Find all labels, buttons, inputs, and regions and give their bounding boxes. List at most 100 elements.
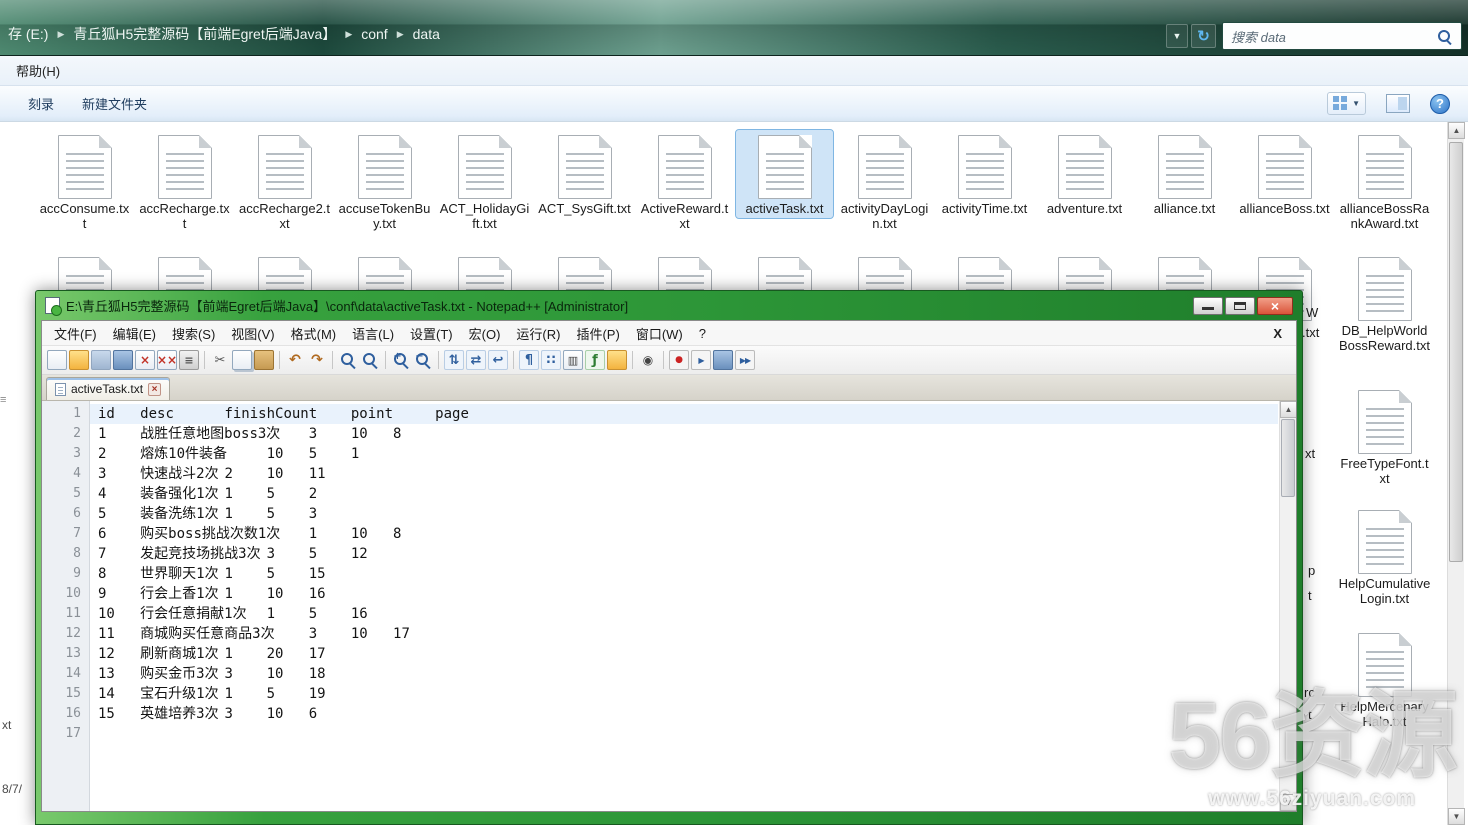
editor-line[interactable]: 1211 商城购买任意商品3次 3 10 17: [42, 624, 1278, 644]
sync-v-icon[interactable]: ⇅: [444, 350, 464, 370]
search-input[interactable]: 搜索 data: [1231, 27, 1436, 46]
doc-map-icon[interactable]: ▥: [563, 350, 583, 370]
editor-line[interactable]: 21 战胜任意地图boss3次 3 10 8: [42, 424, 1278, 444]
run-multiple-icon[interactable]: ▶▶: [735, 350, 755, 370]
search-box[interactable]: 搜索 data: [1222, 22, 1462, 50]
function-list-icon[interactable]: ƒ: [585, 350, 605, 370]
file-item[interactable]: activityDayLogin.txt: [836, 130, 933, 233]
new-file-icon[interactable]: [47, 350, 67, 370]
paste-icon[interactable]: [254, 350, 274, 370]
editor-vertical-scrollbar[interactable]: ▲ ▼: [1279, 401, 1296, 811]
monitoring-icon[interactable]: ◉: [638, 350, 658, 370]
zoom-out-icon[interactable]: −: [413, 350, 433, 370]
zoom-in-icon[interactable]: +: [391, 350, 411, 370]
editor-line[interactable]: 1id desc finishCount point page: [42, 404, 1278, 424]
file-item[interactable]: FreeTypeFont.txt: [1336, 385, 1433, 488]
notepad-title-bar[interactable]: E:\青丘狐H5完整源码【前端Egret后端Java】\conf\data\ac…: [41, 291, 1297, 320]
redo-icon[interactable]: ↷: [307, 350, 327, 370]
editor-line[interactable]: 1514 宝石升级1次 1 5 19: [42, 684, 1278, 704]
address-dropdown-button[interactable]: ▼: [1166, 24, 1188, 48]
help-button[interactable]: ?: [1430, 94, 1450, 114]
close-all-icon[interactable]: ××: [157, 350, 177, 370]
print-icon[interactable]: ≡: [179, 350, 199, 370]
file-item[interactable]: adventure.txt: [1036, 130, 1133, 218]
editor-line[interactable]: 17: [42, 724, 1278, 744]
refresh-button[interactable]: ↻: [1191, 24, 1216, 48]
file-item[interactable]: accRecharge2.txt: [236, 130, 333, 233]
menu-item[interactable]: 文件(F): [46, 321, 105, 346]
folder-workspace-icon[interactable]: [607, 350, 627, 370]
editor-line[interactable]: 1615 英雄培养3次 3 10 6: [42, 704, 1278, 724]
file-item[interactable]: HelpMercenaryHalo.txt: [1336, 628, 1433, 731]
menu-item[interactable]: ?: [691, 323, 714, 344]
save-macro-icon[interactable]: [713, 350, 733, 370]
tab-close-icon[interactable]: ×: [148, 383, 161, 396]
file-item[interactable]: activeTask.txt: [736, 130, 833, 218]
editor-line[interactable]: 1110 行会任意捐献1次 1 5 16: [42, 604, 1278, 624]
breadcrumb-item[interactable]: 青丘狐H5完整源码【前端Egret后端Java】: [67, 21, 342, 47]
save-all-icon[interactable]: [113, 350, 133, 370]
editor-line[interactable]: 43 快速战斗2次 2 10 11: [42, 464, 1278, 484]
replace-icon[interactable]: [360, 350, 380, 370]
undo-icon[interactable]: ↶: [285, 350, 305, 370]
editor-line[interactable]: 1413 购买金币3次 3 10 18: [42, 664, 1278, 684]
menu-help[interactable]: 帮助(H): [8, 58, 68, 83]
scroll-down-icon[interactable]: ▼: [1448, 808, 1465, 825]
menu-item[interactable]: 语言(L): [344, 321, 402, 346]
menu-item[interactable]: 插件(P): [568, 321, 627, 346]
menu-item[interactable]: 编辑(E): [105, 321, 164, 346]
file-item[interactable]: allianceBossRankAward.txt: [1336, 130, 1433, 233]
editor-line[interactable]: 109 行会上香1次 1 10 16: [42, 584, 1278, 604]
scroll-up-icon[interactable]: ▲: [1280, 401, 1296, 418]
show-all-chars-icon[interactable]: ¶: [519, 350, 539, 370]
new-folder-button[interactable]: 新建文件夹: [82, 94, 147, 113]
divider-grip-icon[interactable]: [0, 394, 12, 414]
file-item[interactable]: accuseTokenBuy.txt: [336, 130, 433, 233]
tab-activetask[interactable]: activeTask.txt ×: [46, 377, 170, 400]
menu-item[interactable]: 设置(T): [402, 321, 461, 346]
menu-item[interactable]: 运行(R): [508, 321, 568, 346]
word-wrap-icon[interactable]: ↩: [488, 350, 508, 370]
file-item[interactable]: accRecharge.txt: [136, 130, 233, 233]
editor-line[interactable]: 87 发起竞技场挑战3次 3 5 12: [42, 544, 1278, 564]
breadcrumb-item[interactable]: data: [407, 23, 446, 45]
close-icon[interactable]: ×: [135, 350, 155, 370]
editor-line[interactable]: 1312 刷新商城1次 1 20 17: [42, 644, 1278, 664]
maximize-button[interactable]: [1225, 297, 1255, 315]
copy-icon[interactable]: [232, 350, 252, 370]
record-macro-icon[interactable]: ●: [669, 350, 689, 370]
change-view-button[interactable]: ▼: [1327, 92, 1366, 115]
find-icon[interactable]: [338, 350, 358, 370]
file-item[interactable]: allianceBoss.txt: [1236, 130, 1333, 218]
file-item[interactable]: activityTime.txt: [936, 130, 1033, 218]
menu-item[interactable]: 窗口(W): [628, 321, 691, 346]
preview-pane-button[interactable]: [1386, 94, 1410, 113]
save-icon[interactable]: [91, 350, 111, 370]
minimize-button[interactable]: [1193, 297, 1223, 315]
editor-line[interactable]: 32 熔炼10件装备 10 5 1: [42, 444, 1278, 464]
text-editor[interactable]: 1id desc finishCount point page21 战胜任意地图…: [42, 401, 1296, 811]
scroll-up-icon[interactable]: ▲: [1448, 122, 1465, 139]
scrollbar-thumb[interactable]: [1281, 419, 1295, 497]
file-item[interactable]: ACT_HolidayGift.txt: [436, 130, 533, 233]
menu-item[interactable]: 搜索(S): [164, 321, 223, 346]
burn-button[interactable]: 刻录: [28, 94, 54, 113]
file-item[interactable]: alliance.txt: [1136, 130, 1233, 218]
editor-line[interactable]: 54 装备强化1次 1 5 2: [42, 484, 1278, 504]
file-item[interactable]: HelpCumulativeLogin.txt: [1336, 505, 1433, 608]
play-macro-icon[interactable]: ▶: [691, 350, 711, 370]
breadcrumb-item[interactable]: 存 (E:): [2, 21, 54, 47]
close-button[interactable]: [1257, 297, 1293, 315]
document-close-button[interactable]: X: [1273, 326, 1292, 341]
sync-h-icon[interactable]: ⇄: [466, 350, 486, 370]
file-item[interactable]: ActiveReward.txt: [636, 130, 733, 233]
file-item[interactable]: accConsume.txt: [36, 130, 133, 233]
cut-icon[interactable]: ✂: [210, 350, 230, 370]
breadcrumb-item[interactable]: conf: [355, 23, 393, 45]
file-item[interactable]: DB_HelpWorldBossReward.txt: [1336, 252, 1433, 355]
explorer-vertical-scrollbar[interactable]: ▲ ▼: [1447, 122, 1464, 825]
menu-item[interactable]: 宏(O): [461, 321, 509, 346]
file-item[interactable]: ACT_SysGift.txt: [536, 130, 633, 218]
menu-item[interactable]: 格式(M): [283, 321, 345, 346]
editor-line[interactable]: 98 世界聊天1次 1 5 15: [42, 564, 1278, 584]
